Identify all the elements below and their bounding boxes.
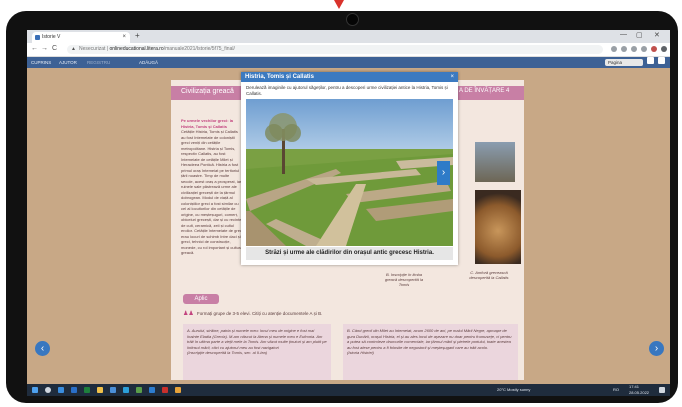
toc-button[interactable]: CUPRINS: [31, 57, 51, 68]
modal-close-button[interactable]: ×: [450, 72, 454, 82]
clock-time: 17:41: [629, 384, 640, 389]
apply-heading: Aplic: [183, 294, 219, 304]
lesson-lead: Pe urmele vechilor greci: la Histria, To…: [181, 118, 234, 129]
browser-tab-bar: Istorie V × + — ▢ ✕: [27, 30, 670, 43]
red-pointer-marker: [334, 0, 344, 9]
tab-close-icon[interactable]: ×: [122, 32, 126, 43]
lesson-image-top: [475, 142, 515, 182]
tab-favicon-icon: [35, 35, 40, 40]
fullscreen-icon[interactable]: [658, 57, 665, 64]
app-toolbar: CUPRINS AJUTOR REGISTRU ADĂUGĂ Pagina: [27, 57, 670, 68]
ruins-illustration: [246, 99, 453, 246]
start-icon[interactable]: [32, 387, 38, 393]
modal-header: Histria, Tomis și Callatis ×: [241, 72, 458, 82]
browser-tab[interactable]: Istorie V ×: [32, 32, 130, 43]
search-icon[interactable]: [45, 387, 51, 393]
edge-icon[interactable]: [58, 387, 64, 393]
document-a-source: (Inscripție descoperită la Tomis, sec. a…: [187, 350, 268, 355]
back-button[interactable]: ←: [31, 45, 38, 52]
bookmark-icon[interactable]: [631, 46, 637, 52]
caption-b: B. Inscripție în limba greacă descoperit…: [384, 272, 424, 287]
new-tab-button[interactable]: +: [135, 31, 140, 40]
gallery-next-button[interactable]: ›: [437, 161, 450, 185]
pdf-icon[interactable]: [162, 387, 168, 393]
app-icon[interactable]: [136, 387, 142, 393]
url-domain: onlineducational.litera.ro: [109, 46, 164, 52]
notifications-icon[interactable]: [659, 387, 665, 393]
histria-ruins-photo: [246, 99, 453, 246]
help-button[interactable]: AJUTOR: [59, 57, 77, 68]
modal-description: Derulează imaginile cu ajutorul săgețilo…: [246, 85, 448, 96]
url-field[interactable]: ▲ Nesecurizat | onlineducational.litera.…: [67, 45, 603, 54]
extension-icon[interactable]: [611, 46, 617, 52]
tab-title: Istorie V: [42, 34, 61, 40]
screen: Istorie V × + — ▢ ✕ ← → C ▲ Nesecurizat …: [27, 30, 670, 396]
language-indicator[interactable]: RO: [613, 384, 619, 396]
register-button[interactable]: REGISTRU: [87, 57, 110, 68]
menu-icon[interactable]: [661, 46, 667, 52]
group-icon: ♟♟: [183, 311, 194, 317]
task-instruction: Formați grupe de 3-5 elevi. Citiți cu at…: [197, 311, 323, 316]
warning-icon: ▲: [71, 46, 76, 52]
caption-c: C. Amforă grecească descoperită la Calla…: [469, 270, 509, 280]
webcam: [346, 13, 359, 26]
chrome-icon[interactable]: [175, 387, 181, 393]
weather-status[interactable]: 20°C Mostly sunny: [497, 384, 530, 396]
add-button[interactable]: ADĂUGĂ: [139, 57, 158, 68]
lesson-body: Cetățile Histria, Tomis și Callatis au f…: [181, 129, 243, 255]
gallery-modal: Histria, Tomis și Callatis × Derulează i…: [241, 72, 458, 265]
clock[interactable]: 17:41 28.05.2022: [629, 384, 649, 396]
document-b-text: B. Când grecii din Milet au întemeiat, a…: [347, 328, 512, 350]
maximize-button[interactable]: ▢: [636, 31, 643, 39]
next-page-button[interactable]: ›: [649, 341, 664, 356]
document-a-text: A. Aurului, străine, patria și numele me…: [187, 328, 327, 350]
document-a: A. Aurului, străine, patria și numele me…: [183, 324, 331, 380]
photos-icon[interactable]: [149, 387, 155, 393]
lesson-title: Civilizația greacă: [181, 88, 234, 95]
url-prefix: Nesecurizat |: [79, 46, 110, 52]
profile-avatar[interactable]: [651, 46, 657, 52]
reload-button[interactable]: C: [52, 45, 57, 52]
amphora-image: [475, 190, 521, 264]
reading-list-icon[interactable]: [641, 46, 647, 52]
address-toolbar: ← → C ▲ Nesecurizat | onlineducational.l…: [27, 43, 670, 57]
lesson-text: Pe urmele vechilor greci: la Histria, To…: [181, 118, 243, 256]
document-b: B. Când grecii din Milet au întemeiat, a…: [343, 324, 518, 380]
url-path: /manuale2021/Istorie/5f75_final/: [163, 46, 235, 52]
settings-icon[interactable]: [647, 57, 654, 64]
store-icon[interactable]: [123, 387, 129, 393]
window-close-button[interactable]: ✕: [654, 31, 660, 39]
prev-page-button[interactable]: ‹: [35, 341, 50, 356]
modal-title: Histria, Tomis și Callatis: [245, 74, 314, 80]
excel-icon[interactable]: [84, 387, 90, 393]
unit-label: A DE ÎNVĂȚARE 4: [459, 88, 510, 94]
mail-icon[interactable]: [110, 387, 116, 393]
forward-button[interactable]: →: [41, 45, 48, 52]
page-field[interactable]: Pagina: [605, 59, 643, 66]
folder-icon[interactable]: [97, 387, 103, 393]
clock-date: 28.05.2022: [629, 390, 650, 395]
photo-caption: Străzi și urme ale clădirilor din orașul…: [246, 247, 453, 260]
share-icon[interactable]: [621, 46, 627, 52]
word-icon[interactable]: [71, 387, 77, 393]
document-b-source: (Istoria Histriei): [347, 350, 374, 355]
minimize-button[interactable]: —: [620, 31, 627, 38]
windows-taskbar: 20°C Mostly sunny RO 17:41 28.05.2022: [27, 384, 670, 396]
